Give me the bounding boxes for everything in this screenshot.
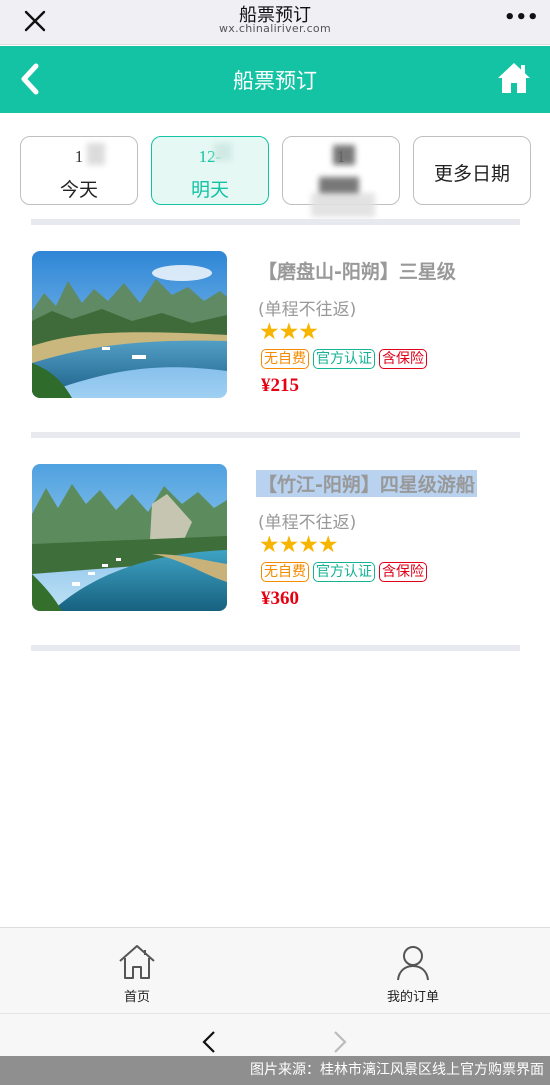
date-value: 12- xyxy=(198,147,222,166)
divider xyxy=(31,645,520,651)
badge-row: 无自费 官方认证 含保险 xyxy=(261,349,427,369)
browser-nav-bar xyxy=(0,1013,550,1056)
wechat-url: wx.chinaliriver.com xyxy=(219,22,331,35)
home-outline-icon xyxy=(117,942,157,982)
badge-official: 官方认证 xyxy=(313,349,375,369)
ticket-photo xyxy=(32,251,227,398)
badge-official: 官方认证 xyxy=(313,562,375,582)
badge-insurance: 含保险 xyxy=(379,349,427,369)
divider xyxy=(31,432,520,438)
badge-row: 无自费 官方认证 含保险 xyxy=(261,562,427,582)
page-title: 船票预订 xyxy=(233,69,317,93)
weekday-label: 明天 xyxy=(190,179,229,201)
star-rating: ★★★★ xyxy=(259,532,338,558)
image-caption: 图片来源：桂林市漓江风景区线上官方购票界面 xyxy=(0,1056,550,1085)
ticket-card[interactable]: 【竹江-阳朔】四星级游船 (单程不往返) ★★★★ 无自费 官方认证 含保险 ¥… xyxy=(0,464,550,634)
redaction-blur xyxy=(311,193,375,217)
star-rating: ★★★ xyxy=(259,319,319,345)
tab-my-orders[interactable]: 我的订单 xyxy=(353,928,473,1014)
date-tab-today[interactable]: 1 今天 xyxy=(20,136,138,205)
more-dates-button[interactable]: 更多日期 xyxy=(413,136,531,205)
app-header: 船票预订 xyxy=(0,46,550,113)
home-icon[interactable] xyxy=(496,60,532,96)
ticket-title: 【竹江-阳朔】四星级游船 xyxy=(256,470,477,497)
date-value: 1 xyxy=(74,147,84,166)
tab-orders-label: 我的订单 xyxy=(386,990,439,1005)
badge-no-extra-fee: 无自费 xyxy=(261,562,309,582)
tab-home-label: 首页 xyxy=(123,990,150,1005)
ticket-subtitle: (单程不往返) xyxy=(258,513,357,533)
more-dates-label: 更多日期 xyxy=(433,163,510,185)
wechat-top-bar: 船票预订 wx.chinaliriver.com ••• xyxy=(0,0,550,45)
ticket-price: ¥360 xyxy=(261,588,299,609)
date-tab-tomorrow[interactable]: 12- 明天 xyxy=(151,136,269,205)
ticket-price: ¥215 xyxy=(261,375,299,396)
redaction-blur xyxy=(333,145,355,165)
user-icon xyxy=(393,942,433,982)
more-menu-icon[interactable]: ••• xyxy=(504,9,539,29)
browser-forward-icon[interactable] xyxy=(330,1030,350,1054)
tab-home[interactable]: 首页 xyxy=(77,928,197,1014)
ticket-photo xyxy=(32,464,227,611)
weekday-label: 今天 xyxy=(59,179,98,201)
ticket-subtitle: (单程不往返) xyxy=(258,300,357,320)
ticket-card[interactable]: 【磨盘山-阳朔】三星级 (单程不往返) ★★★ 无自费 官方认证 含保险 ¥21… xyxy=(0,251,550,421)
ticket-title: 【磨盘山-阳朔】三星级 xyxy=(258,261,456,283)
redaction-blur xyxy=(214,143,232,161)
date-tab-day-after[interactable]: 1 xyxy=(282,136,400,217)
badge-insurance: 含保险 xyxy=(379,562,427,582)
badge-no-extra-fee: 无自费 xyxy=(261,349,309,369)
browser-back-icon[interactable] xyxy=(199,1030,219,1054)
bottom-tab-bar: 首页 我的订单 xyxy=(0,927,550,1013)
redaction-blur xyxy=(87,143,105,165)
divider xyxy=(31,219,520,225)
